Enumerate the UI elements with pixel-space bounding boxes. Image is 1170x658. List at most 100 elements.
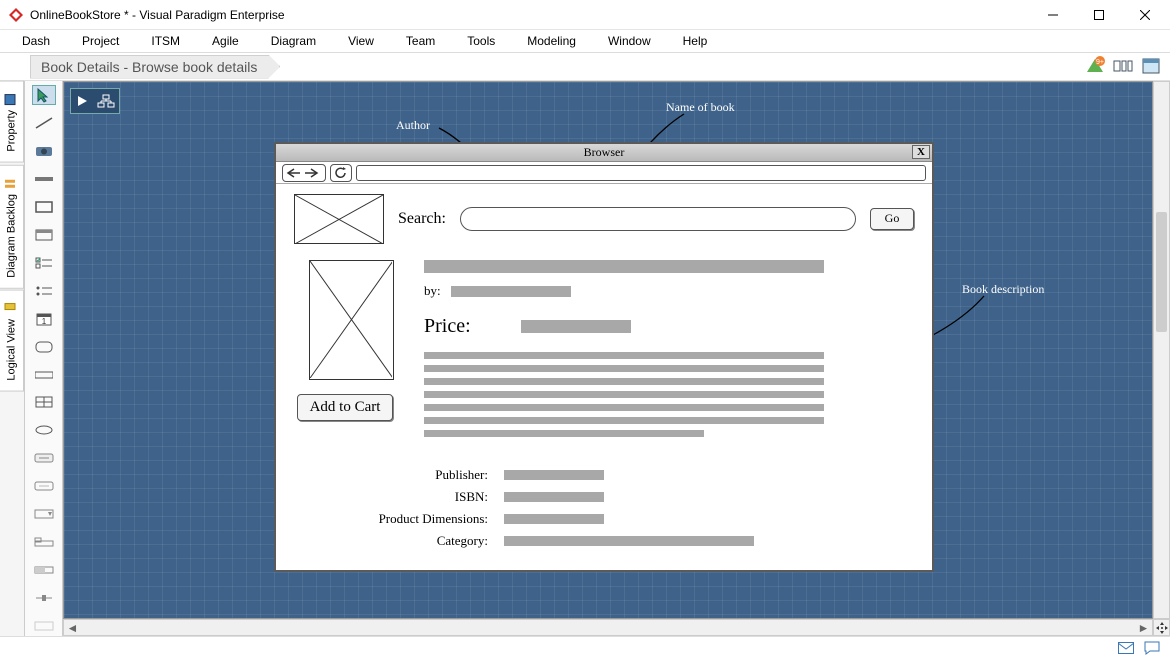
- sidetab-diagram-backlog[interactable]: Diagram Backlog: [0, 165, 24, 289]
- backlog-icon: [5, 176, 19, 190]
- wireframe-refresh-button[interactable]: [330, 164, 352, 182]
- wireframe-toolbar: [276, 162, 932, 184]
- tool-line[interactable]: [32, 113, 56, 133]
- tool-combo[interactable]: [32, 504, 56, 524]
- tool-checklist[interactable]: [32, 253, 56, 273]
- window-title: OnlineBookStore * - Visual Paradigm Ente…: [30, 8, 285, 22]
- tool-button[interactable]: [32, 448, 56, 468]
- tool-rect[interactable]: [32, 197, 56, 217]
- tool-cursor[interactable]: [32, 85, 56, 105]
- menu-itsm[interactable]: ITSM: [135, 31, 196, 51]
- maximize-button[interactable]: [1076, 0, 1122, 30]
- book-cover-placeholder[interactable]: [309, 260, 394, 380]
- dimensions-value-placeholder: [504, 514, 604, 524]
- sidetab-backlog-label: Diagram Backlog: [6, 194, 18, 278]
- sidetab-property[interactable]: Property: [0, 81, 24, 163]
- menu-dash[interactable]: Dash: [6, 31, 66, 51]
- price-placeholder: [521, 320, 631, 333]
- panel-icon[interactable]: [1140, 55, 1162, 77]
- menu-team[interactable]: Team: [390, 31, 451, 51]
- tool-panel[interactable]: [32, 225, 56, 245]
- wireframe-page-body: Search: Go Add to Cart: [276, 184, 932, 565]
- tool-list[interactable]: [32, 281, 56, 301]
- menu-help[interactable]: Help: [667, 31, 724, 51]
- menu-agile[interactable]: Agile: [196, 31, 255, 51]
- tool-table[interactable]: [32, 392, 56, 412]
- isbn-label: ISBN:: [354, 489, 504, 505]
- diagram-canvas-wrapper: Author Name of book Book description Bro…: [63, 81, 1170, 636]
- tool-empty[interactable]: [32, 616, 56, 636]
- wireframe-browser-window[interactable]: Browser X: [274, 142, 934, 572]
- add-to-cart-button[interactable]: Add to Cart: [297, 394, 394, 421]
- chat-icon[interactable]: [1144, 641, 1160, 655]
- menu-diagram[interactable]: Diagram: [255, 31, 332, 51]
- wireframe-nav-buttons[interactable]: [282, 164, 326, 182]
- isbn-value-placeholder: [504, 492, 604, 502]
- wireframe-titlebar[interactable]: Browser X: [276, 144, 932, 162]
- property-icon: [5, 92, 19, 106]
- svg-text:9+: 9+: [1096, 59, 1104, 66]
- editor-header: Book Details - Browse book details 9+: [0, 53, 1170, 81]
- scrollbar-track[interactable]: [81, 620, 1135, 635]
- app-icon: [8, 7, 24, 23]
- mail-icon[interactable]: [1118, 642, 1134, 654]
- pan-handle-icon[interactable]: [1153, 619, 1170, 636]
- price-label: Price:: [424, 315, 471, 338]
- category-label: Category:: [354, 533, 504, 549]
- hierarchy-icon: [97, 94, 115, 108]
- annotation-author: Author: [396, 118, 430, 133]
- sidetab-logical-label: Logical View: [6, 319, 18, 381]
- svg-text:1: 1: [41, 317, 46, 326]
- search-input[interactable]: [460, 207, 856, 231]
- logical-view-icon: [5, 301, 19, 315]
- close-button[interactable]: [1122, 0, 1168, 30]
- tool-field[interactable]: [32, 476, 56, 496]
- menu-view[interactable]: View: [332, 31, 390, 51]
- publisher-label: Publisher:: [354, 467, 504, 483]
- annotation-book-name: Name of book: [666, 100, 735, 115]
- minimize-button[interactable]: [1030, 0, 1076, 30]
- wireframe-title: Browser: [584, 145, 625, 159]
- play-icon: [76, 95, 88, 107]
- tool-calendar-icon[interactable]: 1: [32, 309, 56, 329]
- window-titlebar: OnlineBookStore * - Visual Paradigm Ente…: [0, 0, 1170, 30]
- breadcrumb[interactable]: Book Details - Browse book details: [30, 55, 280, 79]
- status-bar: [0, 636, 1170, 658]
- scroll-left-icon[interactable]: ◄: [64, 620, 81, 635]
- wireframe-logo-placeholder[interactable]: [294, 194, 384, 244]
- tool-label[interactable]: [32, 169, 56, 189]
- shape-palette: 1: [25, 81, 63, 636]
- tool-rounded[interactable]: [32, 337, 56, 357]
- vertical-scrollbar[interactable]: [1153, 81, 1170, 619]
- wireframe-url-bar[interactable]: [356, 165, 926, 181]
- tool-progress[interactable]: [32, 560, 56, 580]
- category-value-placeholder: [504, 536, 754, 546]
- canvas-toolbar[interactable]: [70, 88, 120, 114]
- scrollbar-thumb[interactable]: [1156, 212, 1167, 332]
- side-tab-bar: Property Diagram Backlog Logical View: [0, 81, 25, 636]
- tool-ellipse[interactable]: [32, 420, 56, 440]
- menu-tools[interactable]: Tools: [451, 31, 511, 51]
- publisher-value-placeholder: [504, 470, 604, 480]
- diagram-canvas[interactable]: Author Name of book Book description Bro…: [63, 81, 1153, 619]
- by-label: by:: [424, 283, 441, 299]
- horizontal-scrollbar[interactable]: ◄ ►: [63, 619, 1153, 636]
- book-title-placeholder: [424, 260, 824, 273]
- sidetab-logical-view[interactable]: Logical View: [0, 290, 24, 392]
- tool-input[interactable]: [32, 365, 56, 385]
- description-placeholder: [424, 352, 914, 437]
- notification-icon[interactable]: 9+: [1084, 55, 1106, 77]
- scroll-right-icon[interactable]: ►: [1135, 620, 1152, 635]
- wireframe-close-button[interactable]: X: [912, 145, 930, 159]
- tool-tabs[interactable]: [32, 532, 56, 552]
- menu-modeling[interactable]: Modeling: [511, 31, 592, 51]
- layout-icon[interactable]: [1112, 55, 1134, 77]
- go-button[interactable]: Go: [870, 208, 914, 230]
- tool-camera-icon[interactable]: [32, 141, 56, 161]
- sidetab-property-label: Property: [6, 110, 18, 152]
- menu-project[interactable]: Project: [66, 31, 135, 51]
- annotation-description: Book description: [962, 282, 1044, 297]
- search-label: Search:: [398, 210, 446, 228]
- menu-window[interactable]: Window: [592, 31, 667, 51]
- tool-slider[interactable]: [32, 588, 56, 608]
